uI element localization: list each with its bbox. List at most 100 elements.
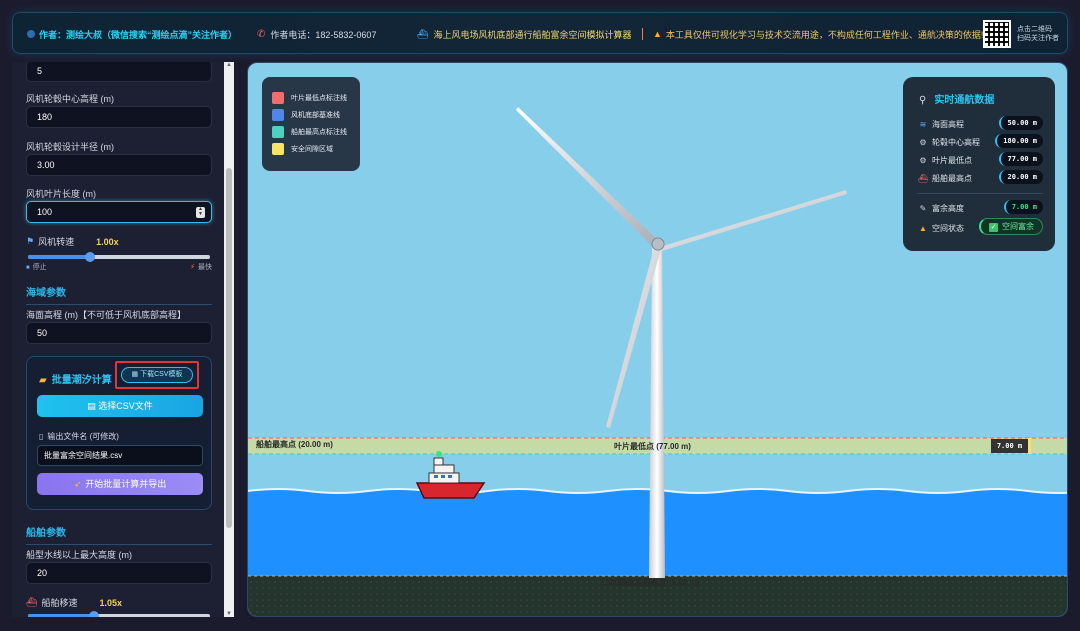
hub-height-label: 风机轮毂中心高程 (m)	[26, 94, 114, 104]
panel-row-label: 海面高程	[932, 120, 964, 129]
batch-title: ▰ 批量潮汐计算	[39, 371, 112, 386]
warning-icon: ▲	[919, 224, 927, 233]
select-csv-label: 选择CSV文件	[98, 401, 153, 411]
rotor-speed-fill	[28, 255, 90, 259]
turbine-icon: ⚑	[26, 236, 35, 246]
sea-section-title: 海域参数	[26, 284, 212, 305]
slider-min-label: 停止	[26, 262, 47, 272]
ship-height-label: 船型水线以上最大高度 (m)	[26, 550, 132, 560]
sea-level-label: 海面高程 (m)【不可低于风机底部高程】	[26, 310, 186, 320]
legend-swatch	[272, 126, 284, 138]
sidebar-scrollbar[interactable]: ▲ ▼	[224, 62, 234, 617]
wechat-icon	[27, 30, 35, 38]
panel-row-value: 77.00 m	[999, 152, 1043, 166]
top-partial-input[interactable]: 5	[26, 62, 212, 82]
output-filename-label: ▯ 输出文件名 (可修改)	[39, 431, 119, 442]
qr-caption: 点击二维码 扫码关注作者	[1017, 13, 1059, 55]
rotor-speed-row: ⚑ 风机转速 1.00x	[26, 235, 119, 248]
legend-label: 风机底部基准线	[291, 112, 340, 119]
panel-row-label: 空间状态	[932, 224, 964, 233]
ship-icon: ⛴	[26, 597, 38, 607]
gear-icon: ⚙	[919, 156, 927, 165]
rotor-speed-slider[interactable]	[28, 252, 210, 262]
ship-speed-fill	[28, 614, 94, 617]
output-filename-input[interactable]: 批量富余空间结果.csv	[37, 445, 203, 466]
panel-row-label: 富余高度	[932, 204, 964, 213]
status-text: 空间富余	[1002, 222, 1034, 231]
legend-item: 叶片最低点标注线	[272, 92, 347, 104]
phone-icon: ✆	[257, 28, 266, 40]
legend-swatch	[272, 109, 284, 121]
legend-label: 叶片最低点标注线	[291, 95, 347, 102]
warning-icon: ▲	[653, 29, 662, 39]
status-badge: ✓ 空间富余	[979, 218, 1043, 235]
blade-length-input[interactable]: 100 ▲ ▼	[26, 201, 212, 223]
app-title: ⛴ 海上风电场风机底部通行船舶富余空间模拟计算器	[417, 13, 631, 55]
panel-title-text: 实时通航数据	[934, 95, 995, 106]
turbine-blade-2	[660, 190, 847, 251]
slider-max-label: 最快	[190, 262, 212, 272]
scrollbar-thumb[interactable]	[226, 168, 232, 528]
ship-icon: ⛴	[417, 28, 429, 39]
rotor-speed-thumb[interactable]	[84, 252, 95, 262]
panel-row-label: 轮毂中心高程	[932, 138, 980, 147]
panel-row-hub-height: ⚙ 轮毂中心高程 180.00 m	[917, 134, 1043, 148]
qr-code[interactable]	[983, 20, 1011, 48]
ship-speed-thumb[interactable]	[88, 611, 99, 617]
legend: 叶片最低点标注线 风机底部基准线 船舶最高点标注线 安全间隙区域	[262, 77, 360, 171]
turbine-scene: 叶片最低点标注线 风机底部基准线 船舶最高点标注线 安全间隙区域 ⚲ 实时通航数据…	[247, 62, 1068, 617]
ship-speed-slider[interactable]	[28, 611, 210, 617]
gap-tag: 7.00 m	[991, 439, 1028, 453]
panel-row-label: 叶片最低点	[932, 156, 972, 165]
scroll-down-arrow[interactable]: ▼	[226, 611, 232, 617]
top-header: 作者：测绘大叔（微信搜索“测绘点滴”关注作者） ✆ 作者电话：182-5832-0…	[12, 12, 1068, 54]
author-info: 作者：测绘大叔（微信搜索“测绘点滴”关注作者）	[27, 13, 237, 55]
ruler-icon: ✎	[919, 204, 927, 213]
ship-height-input[interactable]: 20	[26, 562, 212, 584]
panel-row-status: ▲ 空间状态 ✓ 空间富余	[917, 218, 1043, 235]
panel-row-blade-low: ⚙ 叶片最低点 77.00 m	[917, 152, 1043, 166]
turbine-tower	[649, 246, 665, 578]
datum-label: 1985国家高程基准 (5.00 m)	[601, 578, 700, 587]
turbine-blade-1	[516, 107, 658, 246]
panel-row-sea-level: ≋ 海面高程 50.00 m	[917, 116, 1043, 130]
legend-label: 船舶最高点标注线	[291, 129, 347, 136]
ship-icon: ⛴	[917, 174, 929, 183]
file-icon: ▤	[87, 401, 99, 411]
download-csv-template-button[interactable]: ▦ 下载CSV模板	[121, 367, 193, 383]
panel-row-label: 船舶最高点	[932, 174, 972, 183]
clearance-value: 7.00 m	[1003, 200, 1043, 214]
satellite-icon: ⚲	[919, 95, 927, 106]
panel-row-value: 50.00 m	[999, 116, 1043, 130]
gear-icon: ⚙	[919, 138, 927, 147]
ship	[415, 451, 486, 499]
ship-section-title: 船舶参数	[26, 524, 212, 545]
qr-caption-line1: 点击二维码	[1017, 26, 1052, 33]
panel-row-value: 180.00 m	[995, 134, 1043, 148]
download-csv-label: 下载CSV模板	[140, 371, 183, 378]
panel-title: ⚲ 实时通航数据	[919, 91, 994, 106]
batch-tide-card: ▰ 批量潮汐计算 ▦ 下载CSV模板 ▤ 选择CSV文件 ▯ 输出文件名 (可修改)…	[26, 356, 212, 510]
author-text: 作者：测绘大叔（微信搜索“测绘点滴”关注作者）	[39, 29, 238, 40]
ship-speed-row: ⛴ 船舶移速 1.05x	[26, 596, 122, 609]
sea-level-input[interactable]: 50	[26, 322, 212, 344]
panel-row-value: 20.00 m	[999, 170, 1043, 184]
legend-item: 船舶最高点标注线	[272, 126, 347, 138]
run-batch-button[interactable]: ➶ 开始批量计算并导出	[37, 473, 203, 495]
hub-height-input[interactable]: 180	[26, 106, 212, 128]
ship-top-label: 船舶最高点 (20.00 m)	[256, 440, 333, 449]
rotor-speed-value: 1.00x	[96, 236, 119, 247]
folder-icon: ▰	[39, 375, 47, 386]
hub-radius-input[interactable]: 3.00	[26, 154, 212, 176]
parameter-sidebar: 5 风机轮毂中心高程 (m) 180 风机轮毂设计半径 (m) 3.00 风机叶…	[12, 62, 224, 617]
rocket-icon: ➶	[73, 479, 82, 489]
select-csv-button[interactable]: ▤ 选择CSV文件	[37, 395, 203, 417]
phone-text: 作者电话：182-5832-0607	[270, 29, 377, 40]
legend-item: 安全间隙区域	[272, 143, 333, 155]
legend-swatch	[272, 92, 284, 104]
number-spinner[interactable]: ▲ ▼	[196, 207, 205, 218]
hub-radius-label: 风机轮毂设计半径 (m)	[26, 142, 114, 152]
ship-speed-value: 1.05x	[99, 597, 122, 608]
ship-speed-label: 船舶移速	[41, 598, 78, 608]
scroll-up-arrow[interactable]: ▲	[226, 62, 232, 68]
